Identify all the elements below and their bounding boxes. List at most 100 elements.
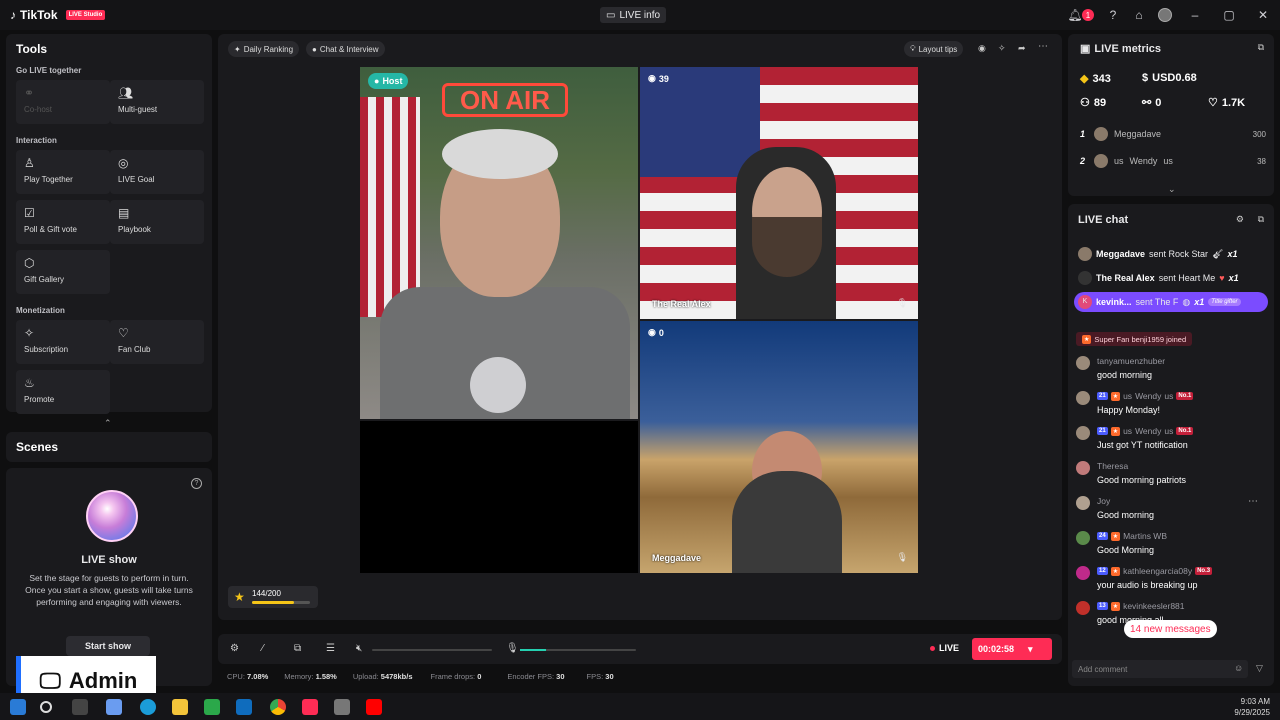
search-icon[interactable] (40, 701, 52, 713)
tool-playbook[interactable]: ▤ Playbook (110, 200, 204, 244)
edge-icon[interactable] (140, 699, 156, 715)
volume-slider[interactable] (372, 649, 492, 651)
scenes-panel: Scenes (6, 432, 212, 462)
tool-live-goal[interactable]: ◎ LIVE Goal (110, 150, 204, 194)
popout-icon[interactable]: ⧉ (1258, 42, 1264, 53)
minimize-icon[interactable]: – (1178, 2, 1212, 28)
guest-video-the-real-alex[interactable]: ◉ 39 The Real Alex 🎙︎ (640, 67, 918, 319)
metric-usd: $ USD0.68 (1142, 72, 1197, 84)
settings-icon[interactable]: ⚙ (230, 643, 239, 654)
emoji-icon[interactable]: ☺ (1234, 663, 1243, 673)
speaker-mute-icon[interactable]: 🔇︎ (356, 643, 362, 654)
gift-message[interactable]: The Real Alex sent Heart Me ♥ x1 (1074, 268, 1268, 288)
maximize-icon[interactable]: ▢ (1212, 2, 1246, 28)
chat-message[interactable]: Theresa Good morning patriots (1074, 459, 1268, 491)
ranking-row[interactable]: 2 us Wendy us 38 (1080, 154, 1266, 168)
chat-message[interactable]: 21 ★ us Wendy us No.1 Happy Monday! (1074, 389, 1268, 421)
copy-icon[interactable]: ⧉ (294, 643, 301, 654)
guest-video-meggadave[interactable]: ◉ 0 Meggadave 🎙︎ (640, 321, 918, 573)
mic-icon[interactable]: 🎙︎ (897, 298, 908, 309)
host-video[interactable]: ON AIR ● Host (360, 67, 638, 419)
studio-badge: LIVE Studio (65, 10, 106, 20)
share-icon[interactable]: ➦ (1018, 43, 1026, 54)
expand-chevron-icon[interactable]: ⌄ (1168, 184, 1176, 195)
stat-upload: Upload: 5478kb/s (352, 672, 413, 681)
file-explorer-icon[interactable] (172, 699, 188, 715)
live-indicator: LIVE (930, 643, 959, 653)
profile-avatar[interactable] (1152, 2, 1178, 28)
tools-title: Tools (16, 42, 48, 56)
mic-icon[interactable]: 🎙︎ (506, 643, 519, 654)
add-comment-input[interactable]: Add comment (1072, 660, 1248, 678)
tiktok-studio-taskbar-icon[interactable] (302, 699, 318, 715)
live-timer-button[interactable]: 00:02:58 ▾ (972, 638, 1052, 660)
chat-interview-chip[interactable]: ● Chat & Interview (306, 41, 385, 57)
tool-gift-gallery[interactable]: ⬡ Gift Gallery (16, 250, 110, 294)
tool-promote[interactable]: ♨ Promote (16, 370, 110, 414)
tool-poll-gift-vote[interactable]: ☑ Poll & Gift vote (16, 200, 110, 244)
chat-message[interactable]: 24 ★ Martins WB Good Morning (1074, 529, 1268, 561)
task-view-icon[interactable] (72, 699, 88, 715)
outlook-icon[interactable] (236, 699, 252, 715)
scenes-title: Scenes (16, 440, 59, 454)
copilot-icon[interactable] (106, 699, 122, 715)
brand-name: TikTok (20, 8, 58, 22)
chart-icon: ▣ (1080, 43, 1091, 55)
metric-shares: ⚯ 0 (1142, 96, 1162, 110)
avatar (1094, 127, 1108, 141)
home-icon[interactable]: ⌂ (1126, 2, 1152, 28)
new-messages-button[interactable]: 14 new messages (1124, 620, 1217, 638)
mic-icon[interactable]: 🎙︎ (897, 552, 908, 563)
help-icon[interactable]: ? (1100, 2, 1126, 28)
chat-message[interactable]: 12 ★ kathleengarcia08y No.3 your audio is br… (1074, 564, 1268, 596)
close-icon[interactable]: ✕ (1246, 2, 1280, 28)
chat-message[interactable]: 21 ★ us Wendy us No.1 Just got YT notification (1074, 424, 1268, 456)
gift-message[interactable]: Meggadave sent Rock Star 🎸︎ x1 (1074, 244, 1268, 264)
section-interaction: Interaction (16, 136, 57, 145)
disco-ball-icon (86, 490, 138, 542)
start-icon[interactable] (10, 699, 26, 715)
chat-message[interactable]: Joy Good morning ⋯ (1074, 494, 1268, 526)
live-info-button[interactable]: ▭ LIVE info (600, 7, 667, 23)
chat-title: LIVE chat (1078, 214, 1129, 226)
gift-message-highlighted[interactable]: Kkevink... sent The F ◍ x1 Title gifter (1074, 292, 1268, 312)
help-icon[interactable]: ? (191, 478, 202, 489)
tool-fan-club[interactable]: ♡ Fan Club (110, 320, 204, 364)
start-show-button[interactable]: Start show (66, 636, 150, 656)
tool-play-together[interactable]: ♙ Play Together (16, 150, 110, 194)
star-icon: ★ (234, 590, 245, 604)
tool-multi-guest[interactable]: 👥︎ Multi-guest (110, 80, 204, 124)
goal-progress[interactable]: ★ 144/200 (228, 586, 318, 608)
gift-icon: ⬡ (24, 256, 35, 270)
magic-wand-icon[interactable]: ⁄ (262, 643, 264, 654)
record-icon[interactable]: ◉ (978, 43, 986, 54)
chrome-icon[interactable] (270, 699, 286, 715)
popout-icon[interactable]: ⧉ (1258, 214, 1264, 225)
live-show-title: LIVE show (81, 554, 137, 566)
layout-tips-chip[interactable]: 💡︎ Layout tips (904, 41, 964, 57)
avatar (1094, 154, 1108, 168)
join-notice: ★ Super Fan benji1959 joined (1076, 332, 1193, 346)
collapse-chevron-icon[interactable]: ⌃ (104, 418, 112, 429)
tool-co-host[interactable]: ⚭ Co-host (16, 80, 110, 124)
share-icon: ⚯ (1142, 97, 1152, 109)
ranking-row[interactable]: 1 Meggadave 300 (1080, 127, 1266, 141)
youtube-icon[interactable] (366, 699, 382, 715)
daily-ranking-chip[interactable]: ✦ Daily Ranking (228, 41, 300, 57)
store-icon[interactable] (204, 699, 220, 715)
more-icon[interactable]: ⋯ (1038, 41, 1048, 52)
chat-message[interactable]: tanyamuenzhuber good morning (1074, 354, 1268, 386)
more-icon[interactable]: ⋯ (1248, 496, 1258, 507)
sparkle-icon[interactable]: ✧ (998, 43, 1006, 54)
mic-level-slider[interactable] (520, 649, 636, 651)
sliders-icon[interactable]: ☰ (326, 643, 335, 654)
tool-subscription[interactable]: ✧ Subscription (16, 320, 110, 364)
filter-icon[interactable]: ▽ (1256, 663, 1263, 674)
avatar (1076, 356, 1090, 370)
settings-icon[interactable]: ⚙ (1236, 214, 1244, 225)
heart-icon: ♡ (1208, 97, 1218, 109)
app-icon[interactable] (334, 699, 350, 715)
admin-label: Admin (68, 668, 138, 693)
trophy-icon: ✦ (234, 44, 241, 54)
chat-icon: ● (312, 44, 317, 54)
